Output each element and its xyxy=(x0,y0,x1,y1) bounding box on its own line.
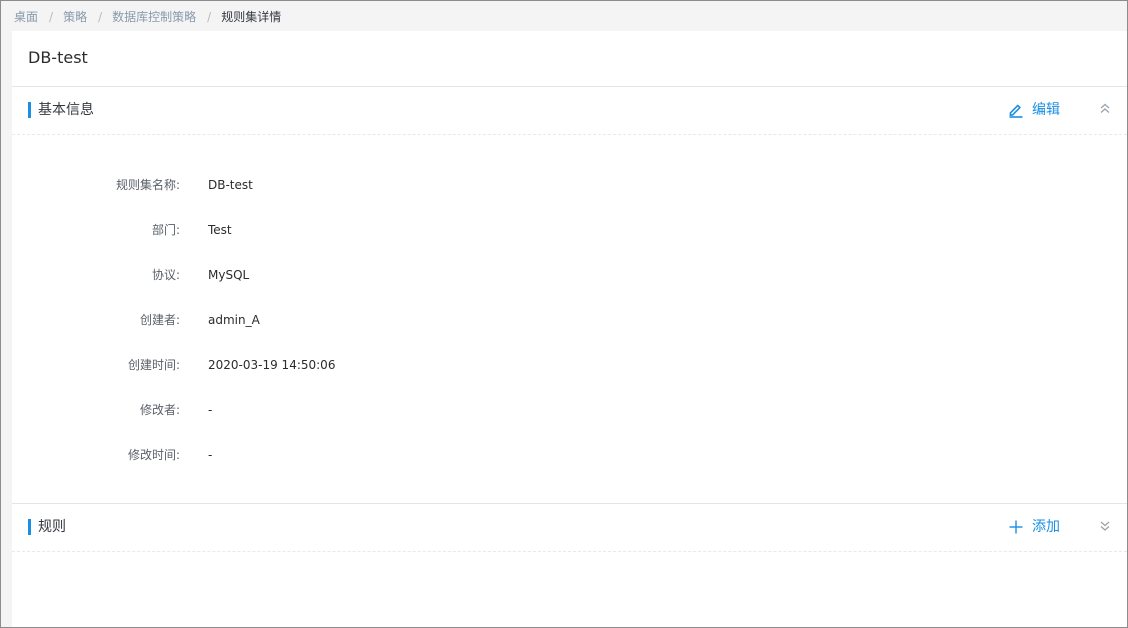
breadcrumb: 桌面 / 策略 / 数据库控制策略 / 规则集详情 xyxy=(14,8,281,26)
field-label-protocol: 协议: xyxy=(151,268,180,282)
plus-icon xyxy=(1009,520,1023,534)
app-window: 桌面 / 策略 / 数据库控制策略 / 规则集详情 DB-test 基本信息 编辑 规则集名… xyxy=(0,0,1128,628)
chevron-double-up-icon[interactable] xyxy=(1099,102,1111,116)
breadcrumb-item-policy[interactable]: 策略 xyxy=(63,8,87,26)
detail-page: DB-test 基本信息 编辑 规则集名称: DB-test 部门: Test … xyxy=(12,31,1127,627)
field-value-modified-time: - xyxy=(208,448,213,462)
edit-icon xyxy=(1009,104,1023,118)
section-marker xyxy=(28,102,31,118)
field-value-created-time: 2020-03-19 14:50:06 xyxy=(208,358,336,372)
field-label-ruleset-name: 规则集名称: xyxy=(115,178,180,192)
breadcrumb-item-db-control-policy[interactable]: 数据库控制策略 xyxy=(112,8,196,26)
field-value-creator: admin_A xyxy=(208,313,260,327)
rules-title: 规则 xyxy=(38,519,66,535)
section-divider xyxy=(12,134,1127,135)
section-divider xyxy=(12,551,1127,552)
section-marker xyxy=(28,519,31,535)
breadcrumb-separator: / xyxy=(49,10,54,24)
field-label-modifier: 修改者: xyxy=(139,403,180,417)
field-label-modified-time: 修改时间: xyxy=(127,448,180,462)
breadcrumb-separator: / xyxy=(98,10,103,24)
basic-info-title: 基本信息 xyxy=(38,102,94,118)
add-label: 添加 xyxy=(1032,519,1060,535)
field-value-protocol: MySQL xyxy=(208,268,250,282)
basic-info-header: 基本信息 编辑 xyxy=(12,87,1127,133)
edit-label: 编辑 xyxy=(1032,102,1060,118)
breadcrumb-item-desktop[interactable]: 桌面 xyxy=(14,8,38,26)
field-value-department: Test xyxy=(208,223,232,237)
field-value-ruleset-name: DB-test xyxy=(208,178,253,192)
field-label-creator: 创建者: xyxy=(139,313,180,327)
field-label-department: 部门: xyxy=(151,223,180,237)
breadcrumb-separator: / xyxy=(207,10,212,24)
page-title: DB-test xyxy=(28,48,88,67)
breadcrumb-current: 规则集详情 xyxy=(221,10,282,24)
rules-header: 规则 添加 xyxy=(12,504,1127,550)
field-value-modifier: - xyxy=(208,403,213,417)
field-label-created-time: 创建时间: xyxy=(127,358,180,372)
chevron-double-down-icon[interactable] xyxy=(1099,519,1111,533)
